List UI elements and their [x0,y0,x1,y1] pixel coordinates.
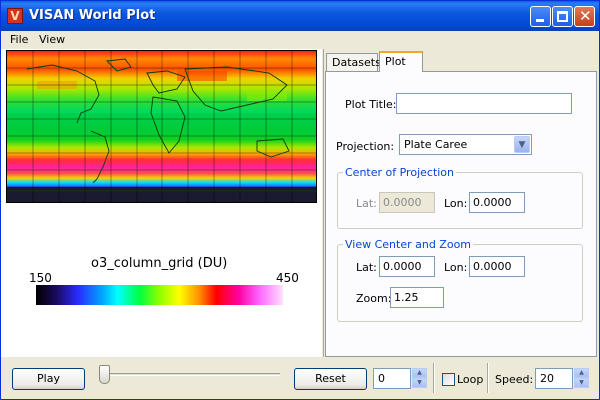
close-button[interactable]: ✕ [574,6,595,27]
window-title: VISAN World Plot [29,8,156,23]
view-lon-input[interactable]: 0.0000 [469,256,525,277]
menu-bar: File View [1,31,599,49]
frame-spinner[interactable]: ▲ ▼ [412,368,427,389]
loop-label: Loop [457,373,484,386]
projection-label: Projection: [336,140,395,153]
menu-view[interactable]: View [39,33,65,46]
panel-splitter[interactable] [321,49,324,357]
maximize-button[interactable] [552,6,573,27]
center-lat-label: Lat: [356,197,377,210]
colorbar-title: o3_column_grid (DU) [91,256,228,271]
menu-file[interactable]: File [10,33,28,46]
toolbar-separator [433,363,435,393]
minimize-icon [536,19,544,22]
center-of-projection-title: Center of Projection [343,166,457,179]
toolbar-separator [487,363,489,393]
zoom-label: Zoom: [356,292,392,305]
colorbar-min-label: 150 [29,271,52,285]
spin-up-icon[interactable]: ▲ [574,368,589,378]
close-icon: ✕ [579,7,592,25]
center-lat-input: 0.0000 [379,192,435,213]
world-map-image [7,51,316,202]
chevron-down-icon[interactable]: ▼ [514,136,530,153]
zoom-input[interactable]: 1.25 [390,287,444,308]
spin-down-icon[interactable]: ▼ [574,378,589,388]
colorbar [36,285,283,305]
speed-label: Speed: [495,373,534,386]
maximize-icon [557,11,568,22]
speed-spinner[interactable]: ▲ ▼ [574,368,589,389]
view-lon-label: Lon: [444,261,468,274]
spin-up-icon[interactable]: ▲ [412,368,427,378]
loop-checkbox[interactable] [442,373,455,386]
spin-down-icon[interactable]: ▼ [412,378,427,388]
frame-input[interactable]: 0 [373,368,411,389]
frame-slider-thumb[interactable] [99,365,110,384]
view-lat-input[interactable]: 0.0000 [379,256,435,277]
tab-plot[interactable]: Plot [379,51,423,72]
play-button[interactable]: Play [12,368,85,390]
tab-datasets[interactable]: Datasets [326,53,381,72]
title-bar[interactable]: V VISAN World Plot ✕ [1,1,599,31]
projection-selected-value: Plate Caree [404,138,468,151]
plot-title-label: Plot Title: [345,98,397,111]
reset-button[interactable]: Reset [294,368,367,390]
visan-app-icon: V [7,8,23,24]
plot-title-input[interactable] [396,93,572,114]
center-lon-label: Lon: [444,197,468,210]
speed-input[interactable]: 20 [535,368,573,389]
view-lat-label: Lat: [356,261,377,274]
center-lon-input[interactable]: 0.0000 [469,192,525,213]
world-map-ozone-plot[interactable] [6,50,317,203]
app-window: V VISAN World Plot ✕ File View o3_column… [0,0,600,400]
view-center-zoom-group [337,244,583,322]
colorbar-max-label: 450 [276,271,299,285]
projection-select[interactable]: Plate Caree ▼ [399,134,532,155]
frame-slider-track[interactable] [104,373,280,376]
minimize-button[interactable] [530,6,551,27]
view-center-zoom-title: View Center and Zoom [343,238,474,251]
